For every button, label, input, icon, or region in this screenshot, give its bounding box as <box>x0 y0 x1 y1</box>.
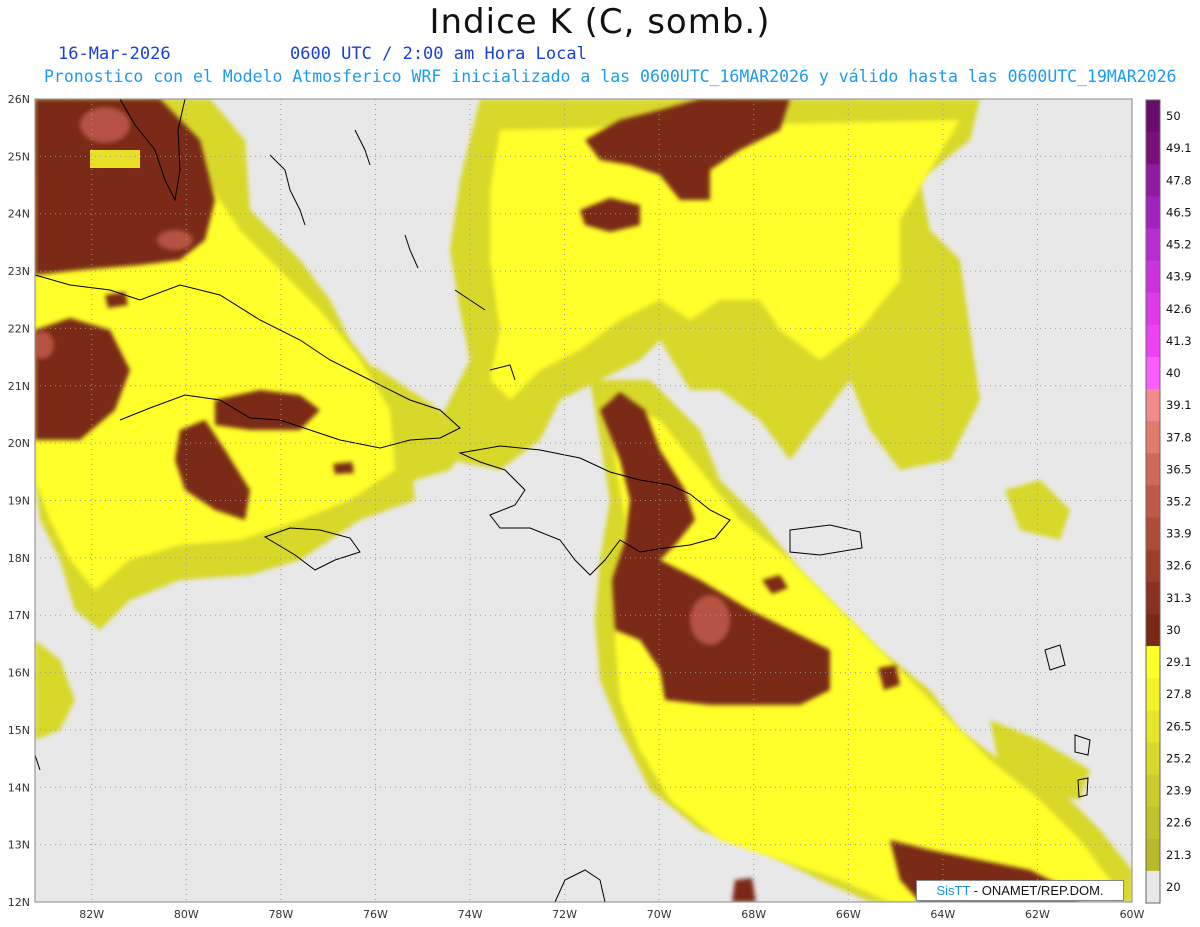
credit-organization: - ONAMET/REP.DOM. <box>970 883 1104 898</box>
colorbar-label: 50 <box>1166 109 1181 123</box>
colorbar-label: 43.9 <box>1166 270 1192 284</box>
colorbar-swatch <box>1146 774 1160 808</box>
colorbar-label: 33.9 <box>1166 527 1192 541</box>
lat-label: 14N <box>8 781 30 794</box>
colorbar-swatch <box>1146 838 1160 872</box>
lat-label: 20N <box>8 437 30 450</box>
colorbar-label: 23.9 <box>1166 784 1192 798</box>
colorbar-swatch <box>1146 517 1160 551</box>
colorbar-swatch <box>1146 324 1160 358</box>
colorbar-swatch <box>1146 292 1160 326</box>
colorbar-label: 30 <box>1166 623 1181 637</box>
k-index-cutout <box>90 150 140 168</box>
map-figure: 26N 25N 24N 23N 22N 21N 20N 19N 18N 17N 16N 15N 14N 1… <box>8 93 1192 921</box>
colorbar-label: 46.5 <box>1166 205 1192 219</box>
lat-label: 26N <box>8 93 30 106</box>
colorbar-swatch <box>1146 613 1160 647</box>
colorbar-label: 20 <box>1166 880 1181 894</box>
lat-label: 23N <box>8 265 30 278</box>
colorbar-label: 40 <box>1166 366 1181 380</box>
k-index-peak-northwest <box>80 107 130 143</box>
colorbar-swatch <box>1146 710 1160 743</box>
colorbar-label: 27.8 <box>1166 687 1192 701</box>
lon-label: 76W <box>363 908 388 921</box>
lat-label: 13N <box>8 839 30 852</box>
colorbar-label: 42.6 <box>1166 302 1192 316</box>
colorbar-swatch <box>1146 389 1160 422</box>
lon-label: 74W <box>458 908 483 921</box>
colorbar-label: 26.5 <box>1166 719 1192 733</box>
colorbar-label: 25.2 <box>1166 751 1192 765</box>
lat-label: 25N <box>8 150 30 163</box>
lat-label: 12N <box>8 896 30 909</box>
k-index-peak-northwest-2 <box>157 230 193 250</box>
colorbar: 50 49.1 47.8 46.5 45.2 43.9 42.6 41.3 40 39.1 37.8… <box>1145 99 1192 904</box>
colorbar-swatch <box>1146 132 1160 165</box>
lat-label: 24N <box>8 208 30 221</box>
colorbar-swatch <box>1146 356 1160 390</box>
colorbar-label: 22.6 <box>1166 816 1192 830</box>
lat-label: 18N <box>8 552 30 565</box>
colorbar-label: 47.8 <box>1166 173 1192 187</box>
colorbar-label: 21.3 <box>1166 848 1192 862</box>
lon-label: 80W <box>174 908 199 921</box>
colorbar-label: 49.1 <box>1166 141 1192 155</box>
credit-brand: SisTT <box>936 883 971 898</box>
colorbar-label: 39.1 <box>1166 398 1192 412</box>
colorbar-swatch <box>1146 100 1160 133</box>
colorbar-swatch <box>1146 421 1160 454</box>
colorbar-label: 29.1 <box>1166 655 1192 669</box>
colorbar-swatch <box>1146 549 1160 583</box>
colorbar-label: 45.2 <box>1166 238 1192 252</box>
colorbar-swatch <box>1146 228 1160 262</box>
lat-label: 16N <box>8 667 30 680</box>
colorbar-swatch <box>1146 646 1160 679</box>
lat-label: 19N <box>8 495 30 508</box>
lon-label: 62W <box>1025 908 1050 921</box>
colorbar-label: 32.6 <box>1166 559 1192 573</box>
colorbar-swatch <box>1146 453 1160 486</box>
colorbar-swatch <box>1146 196 1160 229</box>
k-index-high-small-jamaica <box>333 462 354 474</box>
colorbar-label: 31.3 <box>1166 591 1192 605</box>
colorbar-swatch <box>1146 678 1160 711</box>
lon-label: 82W <box>79 908 104 921</box>
credit-box: SisTT - ONAMET/REP.DOM. <box>916 880 1124 901</box>
colorbar-swatch <box>1146 485 1160 519</box>
lon-label: 60W <box>1120 908 1145 921</box>
lat-label: 21N <box>8 380 30 393</box>
lon-label: 70W <box>647 908 672 921</box>
lon-label: 64W <box>930 908 955 921</box>
colorbar-label: 36.5 <box>1166 462 1192 476</box>
lat-label: 22N <box>8 322 30 335</box>
colorbar-swatch <box>1146 806 1160 840</box>
lon-label: 72W <box>552 908 577 921</box>
colorbar-label: 37.8 <box>1166 430 1192 444</box>
lon-label: 68W <box>741 908 766 921</box>
lat-label: 17N <box>8 609 30 622</box>
colorbar-swatch <box>1146 164 1160 197</box>
lon-label: 78W <box>268 908 293 921</box>
lat-label: 15N <box>8 724 30 737</box>
k-index-high-small-south <box>732 878 756 902</box>
colorbar-swatch <box>1146 742 1160 776</box>
colorbar-label: 41.3 <box>1166 334 1192 348</box>
colorbar-swatch <box>1146 260 1160 294</box>
lon-label: 66W <box>836 908 861 921</box>
colorbar-swatch <box>1146 870 1160 904</box>
colorbar-label: 35.2 <box>1166 495 1192 509</box>
k-index-peak-central <box>690 595 730 645</box>
k-index-peak-west <box>35 331 54 359</box>
colorbar-swatch <box>1146 581 1160 615</box>
